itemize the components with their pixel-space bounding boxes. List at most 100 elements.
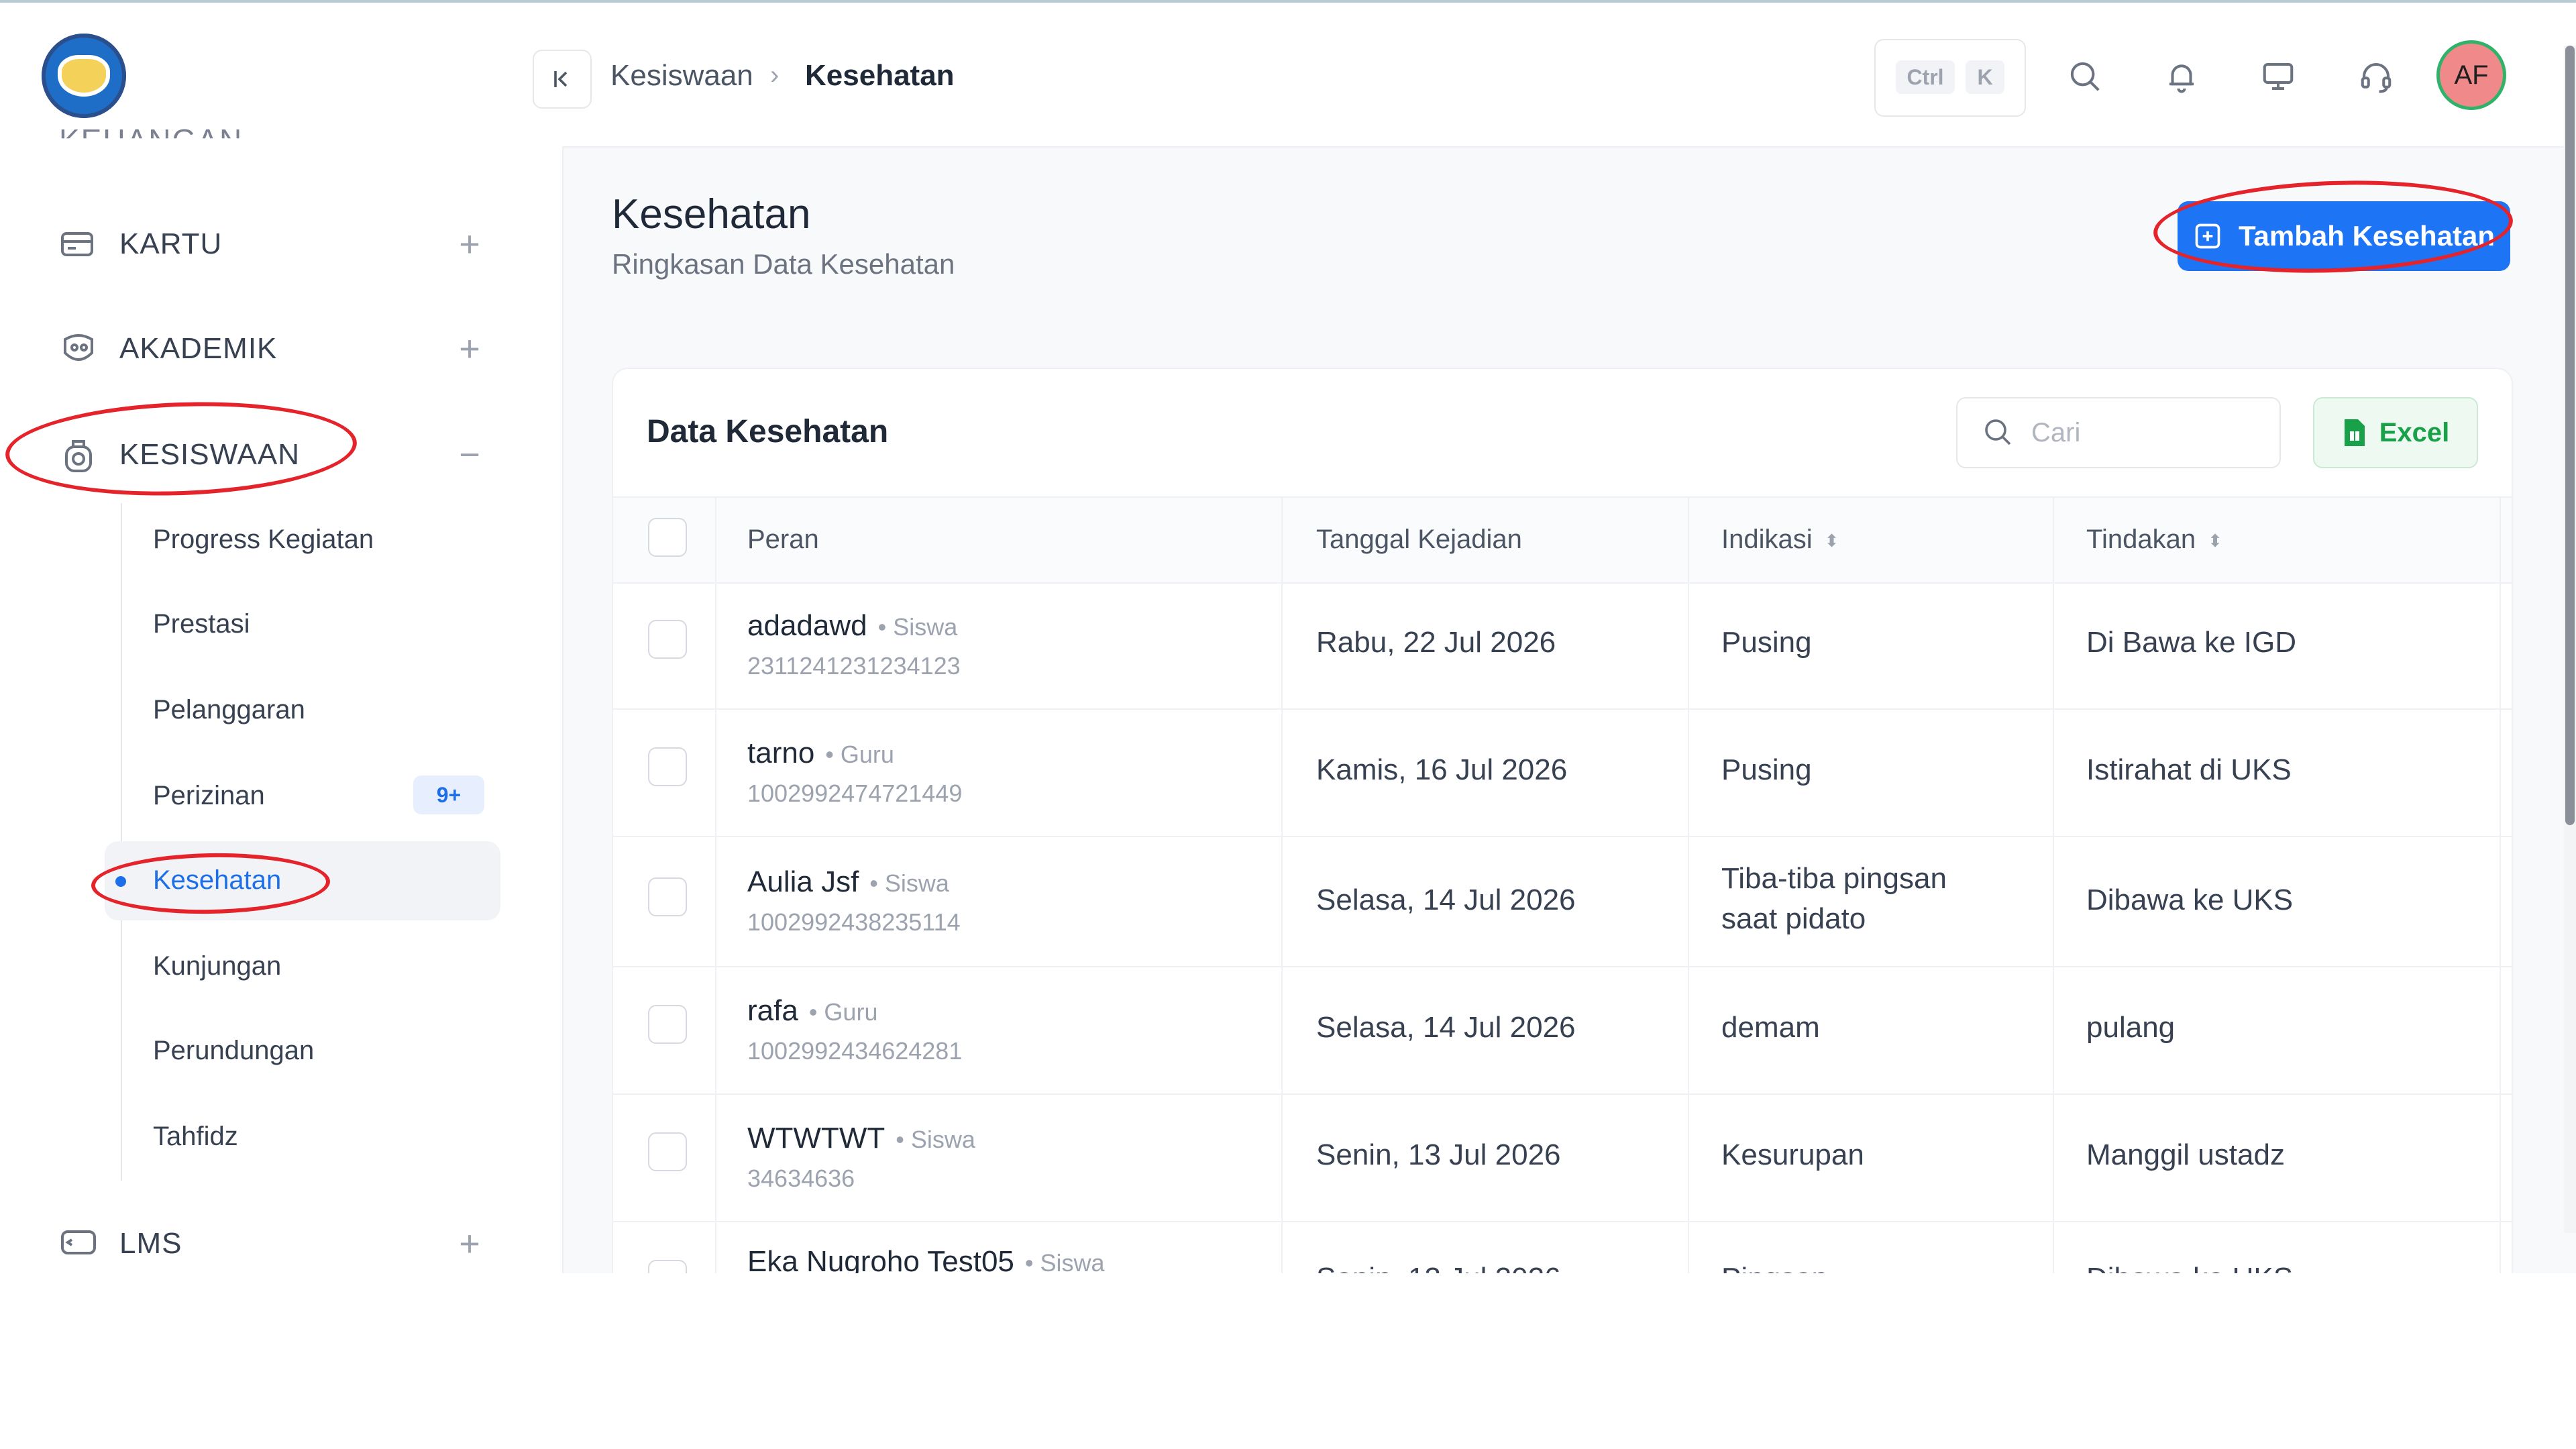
sidebar-subitem-prestasi[interactable]: Prestasi	[153, 609, 250, 639]
tut-wuri-handayani-logo[interactable]	[42, 34, 126, 118]
breadcrumb-current: Kesehatan	[805, 59, 955, 92]
collapse-sidebar-icon	[554, 71, 568, 87]
sidebar-item-akademik[interactable]: AKADEMIK +	[0, 315, 562, 382]
sidebar-item-lms[interactable]: LMS +	[0, 1210, 562, 1273]
sidebar-item-label: AKADEMIK	[119, 332, 278, 365]
incident-date: Senin, 13 Jul 2026	[1316, 1138, 1561, 1171]
indication: Pingsan	[1721, 1258, 1828, 1273]
role-label: • Siswa	[1024, 1249, 1105, 1273]
row-checkbox[interactable]	[648, 1260, 687, 1273]
page-scrollbar-thumb[interactable]	[2565, 46, 2575, 825]
column-header-tindakan[interactable]: Tindakan ⬍	[2086, 525, 2222, 555]
sort-icon[interactable]: ⬍	[1825, 531, 1839, 551]
sidebar-item-kartu[interactable]: KARTU +	[0, 211, 562, 278]
role-label: • Siswa	[869, 869, 949, 897]
sidebar-subitem-pelanggaran[interactable]: Pelanggaran	[153, 695, 305, 725]
sidebar-item-label: LMS	[119, 1227, 182, 1260]
sidebar-subitem-tahfidz[interactable]: Tahfidz	[153, 1122, 238, 1152]
table-row[interactable]: rafa • Guru 1002992434624281 Selasa, 14 J…	[613, 966, 2512, 1095]
name-text: WTWTWT	[747, 1122, 885, 1155]
collapse-sidebar-button[interactable]	[533, 50, 592, 109]
kbd-ctrl: Ctrl	[1896, 60, 1955, 94]
role-label: • Siswa	[896, 1126, 975, 1153]
name-text: Aulia Jsf	[747, 865, 859, 898]
expand-toggle[interactable]: +	[456, 226, 483, 262]
row-checkbox[interactable]	[648, 620, 687, 659]
incident-date: Selasa, 14 Jul 2026	[1316, 1011, 1576, 1044]
incident-date: Senin, 13 Jul 2026	[1316, 1258, 1561, 1273]
action-taken: Di Bawa ke IGD	[2086, 626, 2296, 659]
search-icon[interactable]	[2063, 55, 2106, 98]
select-all-checkbox[interactable]	[648, 518, 687, 557]
action-taken: Istirahat di UKS	[2086, 753, 2292, 786]
indication: Tiba-tiba pingsan saat pidato	[1721, 862, 1947, 935]
name-text: adadawd	[747, 609, 867, 642]
person-name: tarno • Guru	[747, 737, 894, 770]
academic-icon	[59, 331, 98, 366]
sidebar-subitem-progress-kegiatan[interactable]: Progress Kegiatan	[153, 525, 374, 555]
row-checkbox[interactable]	[648, 1005, 687, 1044]
table-title: Data Kesehatan	[647, 414, 889, 449]
incident-date: Rabu, 22 Jul 2026	[1316, 626, 1556, 659]
role-label: • Siswa	[877, 613, 958, 641]
action-taken: pulang	[2086, 1011, 2176, 1044]
bell-icon[interactable]	[2160, 55, 2203, 98]
sidebar-subitem-perundungan[interactable]: Perundungan	[153, 1036, 314, 1066]
sidebar-item-label: KARTU	[119, 227, 223, 260]
search-input[interactable]	[2030, 412, 2267, 453]
indication: Pusing	[1721, 753, 1812, 786]
row-checkbox[interactable]	[648, 747, 687, 786]
sidebar-subitem-perizinan[interactable]: Perizinan	[153, 781, 265, 811]
spreadsheet-icon	[2344, 419, 2365, 446]
expand-toggle[interactable]: +	[456, 1226, 483, 1262]
indication: demam	[1721, 1011, 1820, 1044]
person-id: 1002992434624281	[747, 1037, 963, 1065]
headset-icon[interactable]	[2355, 55, 2398, 98]
incident-date: Selasa, 14 Jul 2026	[1316, 883, 1576, 916]
excel-label: Excel	[2379, 417, 2450, 447]
breadcrumb-parent[interactable]: Kesiswaan	[610, 59, 753, 93]
sort-icon[interactable]: ⬍	[2208, 531, 2222, 551]
person-name: Aulia Jsf • Siswa	[747, 865, 949, 899]
collapse-toggle[interactable]: −	[456, 437, 483, 473]
table-row[interactable]: Eka Nugroho Test05 • Siswa Senin, 13 Jul …	[613, 1221, 2512, 1273]
role-label: • Guru	[825, 741, 894, 768]
card-icon	[59, 227, 98, 262]
person-id: 34634636	[747, 1165, 855, 1192]
column-label: Tindakan	[2086, 525, 2196, 554]
table-row[interactable]: Aulia Jsf • Siswa 1002992438235114 Selasa…	[613, 836, 2512, 967]
person-id: 1002992438235114	[747, 908, 961, 936]
column-header-tanggal: Tanggal Kejadian	[1316, 525, 1522, 554]
search-icon	[1982, 416, 2014, 451]
column-header-indikasi[interactable]: Indikasi ⬍	[1721, 525, 1839, 555]
page-subtitle: Ringkasan Data Kesehatan	[612, 248, 955, 280]
table-row[interactable]: adadawd • Siswa 2311241231234123 Rabu, 22…	[613, 581, 2512, 710]
role-label: • Guru	[808, 998, 878, 1026]
sidebar-subitem-kunjungan[interactable]: Kunjungan	[153, 951, 281, 981]
name-text: Eka Nugroho Test05	[747, 1245, 1014, 1273]
data-table-card: Data Kesehatan Excel Peran Tanggal Kejad…	[612, 368, 2513, 1273]
sidebar-item-keuangan[interactable]: KEUANGAN	[59, 122, 243, 138]
person-id: 2311241231234123	[747, 652, 961, 680]
page-title: Kesehatan	[612, 191, 811, 237]
incident-date: Kamis, 16 Jul 2026	[1316, 753, 1568, 786]
search-box[interactable]	[1956, 397, 2281, 468]
table-row[interactable]: tarno • Guru 1002992474721449 Kamis, 16 J…	[613, 708, 2512, 837]
avatar[interactable]: AF	[2436, 40, 2506, 110]
row-checkbox[interactable]	[648, 1132, 687, 1171]
action-taken: Manggil ustadz	[2086, 1138, 2285, 1171]
command-palette-shortcut[interactable]: Ctrl K	[1874, 39, 2026, 117]
lms-icon	[59, 1226, 98, 1261]
person-id: 1002992474721449	[747, 780, 963, 807]
monitor-icon[interactable]	[2257, 55, 2300, 98]
column-header-peran: Peran	[747, 525, 819, 554]
indication: Pusing	[1721, 626, 1812, 659]
action-taken: Dibawa ke UKS	[2086, 883, 2294, 916]
expand-toggle[interactable]: +	[456, 331, 483, 367]
sidebar: KEUANGAN KARTU + AKADEMIK + KESISWAAN − …	[0, 3, 564, 1273]
app-window: KEUANGAN KARTU + AKADEMIK + KESISWAAN − …	[0, 0, 2576, 1273]
export-excel-button[interactable]: Excel	[2313, 397, 2478, 468]
table-row[interactable]: WTWTWT • Siswa 34634636 Senin, 13 Jul 202…	[613, 1093, 2512, 1222]
name-text: rafa	[747, 994, 798, 1027]
row-checkbox[interactable]	[648, 877, 687, 916]
